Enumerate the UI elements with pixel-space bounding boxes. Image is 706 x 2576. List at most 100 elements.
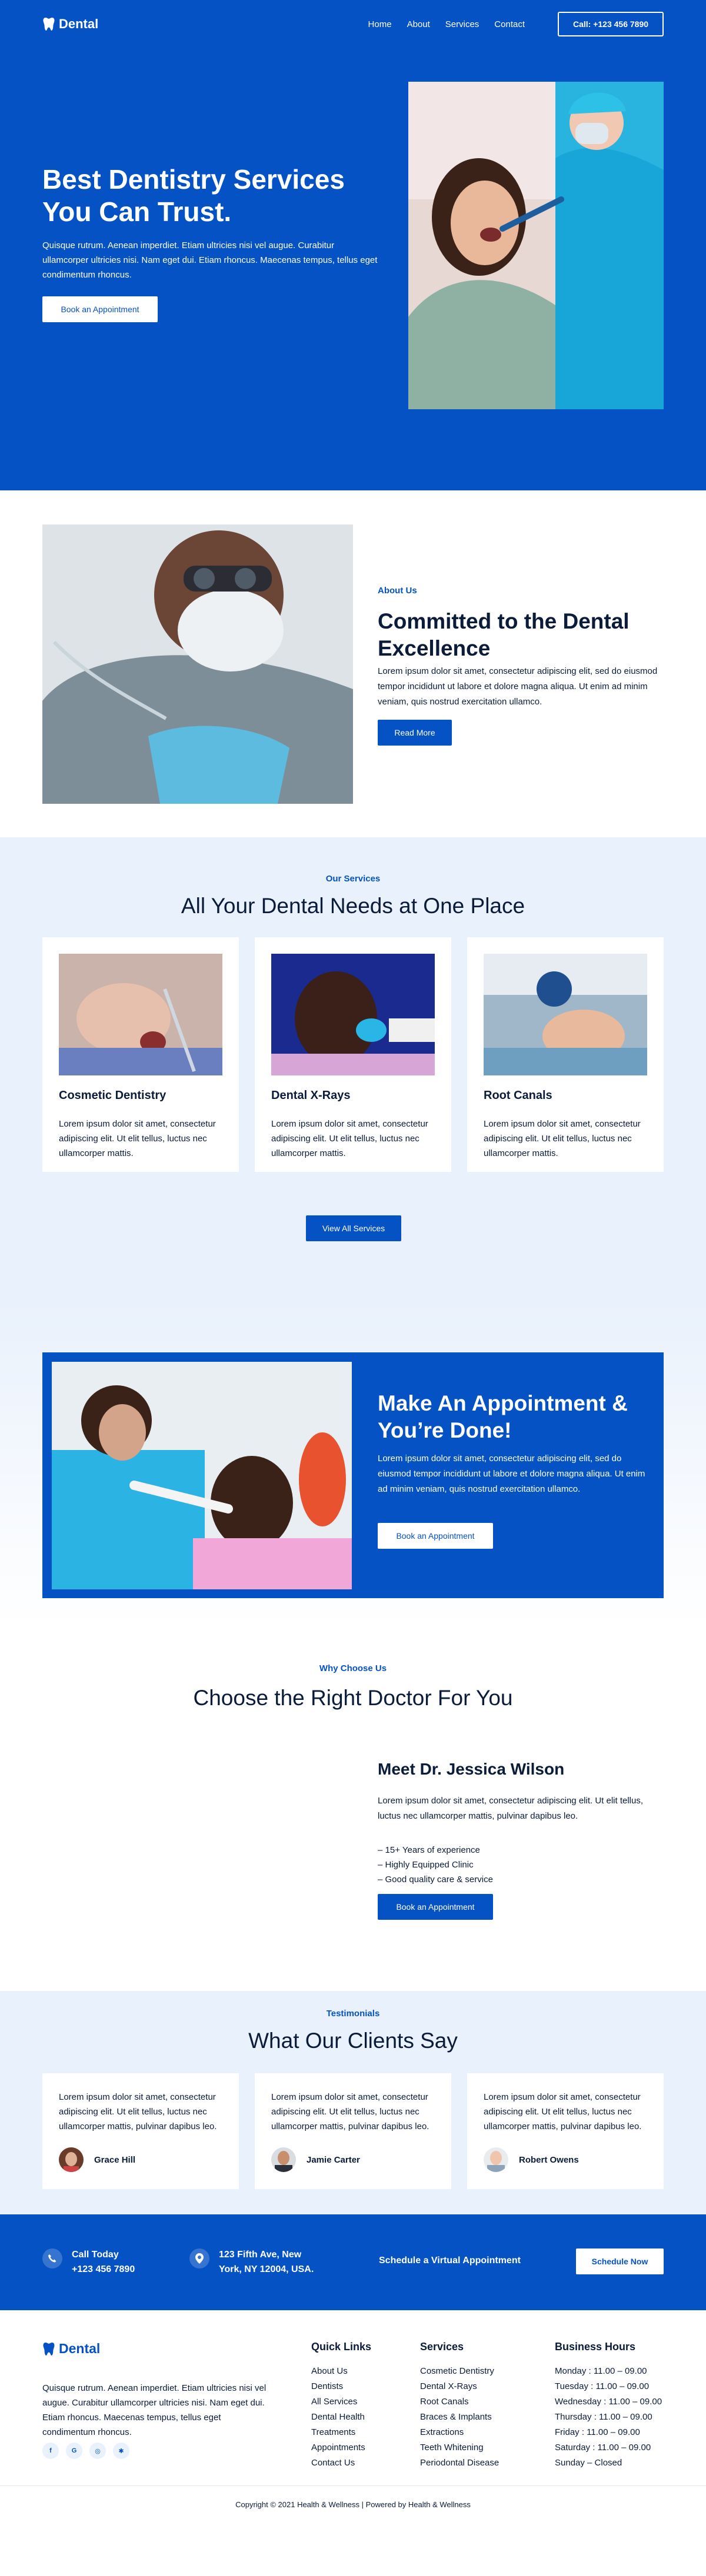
about-text: Lorem ipsum dolor sit amet, consectetur … xyxy=(378,666,658,707)
schedule-now-button[interactable]: Schedule Now xyxy=(576,2248,664,2274)
hero-book-button[interactable]: Book an Appointment xyxy=(42,296,158,322)
business-hours-title: Business Hours xyxy=(555,2341,636,2353)
services-column-title: Services xyxy=(420,2341,464,2353)
doctor-section-title: Choose the Right Doctor For You xyxy=(193,1686,513,1710)
call-today[interactable]: Call Today +123 456 7890 xyxy=(42,2247,135,2277)
call-button[interactable]: Call: +123 456 7890 xyxy=(558,12,664,36)
hero-image xyxy=(408,82,664,409)
service-card[interactable]: Root Canals Lorem ipsum dolor sit amet, … xyxy=(467,937,664,1172)
call-label: Call Today xyxy=(72,2250,119,2260)
testimonial-text: Lorem ipsum dolor sit amet, consectetur … xyxy=(484,2092,642,2131)
instagram-icon[interactable]: ◎ xyxy=(89,2443,106,2459)
contact-strip: Call Today +123 456 7890 123 Fifth Ave, … xyxy=(0,2214,706,2310)
service-title: Root Canals xyxy=(484,1089,552,1102)
footer: Dental Quisque rutrum. Aenean imperdiet.… xyxy=(0,2310,706,2515)
testimonials-section: Testimonials What Our Clients Say Lorem … xyxy=(0,1991,706,2214)
service-title: Dental X-Rays xyxy=(271,1089,351,1102)
footer-link[interactable]: Appointments xyxy=(311,2443,365,2453)
service-image xyxy=(271,954,435,1075)
service-card[interactable]: Dental X-Rays Lorem ipsum dolor sit amet… xyxy=(255,937,451,1172)
footer-service-link[interactable]: Teeth Whitening xyxy=(420,2443,484,2453)
navbar: Dental Home About Services Contact Call:… xyxy=(42,11,664,37)
testimonial-text: Lorem ipsum dolor sit amet, consectetur … xyxy=(59,2092,217,2131)
testimonial-card: Lorem ipsum dolor sit amet, consectetur … xyxy=(467,2073,664,2189)
tooth-icon xyxy=(43,18,55,31)
footer-service-link[interactable]: Extractions xyxy=(420,2427,464,2437)
hero-text: Quisque rutrum. Aenean imperdiet. Etiam … xyxy=(42,240,378,280)
service-text: Lorem ipsum dolor sit amet, consectetur … xyxy=(271,1119,428,1158)
footer-logo-text: Dental xyxy=(59,2341,101,2356)
about-section: About Us Committed to the Dental Excelle… xyxy=(0,490,706,837)
hours-row: Sunday – Closed xyxy=(555,2458,622,2468)
hero-section: Dental Home About Services Contact Call:… xyxy=(0,0,706,490)
quick-links-title: Quick Links xyxy=(311,2341,372,2353)
business-hours-column: Business Hours Monday : 11.00 – 09.00 Tu… xyxy=(555,2341,662,2471)
avatar xyxy=(484,2147,508,2172)
view-all-services-button[interactable]: View All Services xyxy=(306,1215,401,1241)
tooth-icon xyxy=(43,2342,55,2356)
service-title: Cosmetic Dentistry xyxy=(59,1089,166,1102)
services-title: All Your Dental Needs at One Place xyxy=(181,894,525,918)
footer-text: Quisque rutrum. Aenean imperdiet. Etiam … xyxy=(42,2383,267,2437)
doctor-point: – 15+ Years of experience xyxy=(378,1845,480,1855)
services-section: Our Services All Your Dental Needs at On… xyxy=(0,837,706,1302)
social-links: f G ◎ ✱ xyxy=(42,2443,129,2459)
appointment-title: Make An Appointment & You’re Done! xyxy=(378,1391,628,1442)
doctor-book-button[interactable]: Book an Appointment xyxy=(378,1894,493,1920)
nav-services[interactable]: Services xyxy=(445,19,479,29)
virtual-appointment-text: Schedule a Virtual Appointment xyxy=(379,2256,521,2266)
logo-text: Dental xyxy=(59,16,99,31)
doctor-name: Meet Dr. Jessica Wilson xyxy=(378,1760,565,1778)
footer-link[interactable]: All Services xyxy=(311,2397,357,2407)
hours-row: Monday : 11.00 – 09.00 xyxy=(555,2366,647,2376)
read-more-button[interactable]: Read More xyxy=(378,720,452,746)
footer-service-link[interactable]: Cosmetic Dentistry xyxy=(420,2366,494,2376)
location-icon xyxy=(189,2248,209,2268)
appointment-banner: Make An Appointment & You’re Done! Lorem… xyxy=(42,1352,664,1598)
logo[interactable]: Dental xyxy=(42,16,98,32)
facebook-icon[interactable]: f xyxy=(42,2443,59,2459)
nav-contact[interactable]: Contact xyxy=(494,19,525,29)
footer-link[interactable]: About Us xyxy=(311,2366,348,2376)
hours-row: Wednesday : 11.00 – 09.00 xyxy=(555,2397,662,2407)
address-line-1: 123 Fifth Ave, New xyxy=(219,2250,302,2260)
doctor-points: – 15+ Years of experience – Highly Equip… xyxy=(378,1843,493,1887)
service-text: Lorem ipsum dolor sit amet, consectetur … xyxy=(484,1119,641,1158)
nav-home[interactable]: Home xyxy=(368,19,392,29)
footer-service-link[interactable]: Root Canals xyxy=(420,2397,469,2407)
testimonial-name: Robert Owens xyxy=(519,2154,579,2165)
hours-row: Saturday : 11.00 – 09.00 xyxy=(555,2443,651,2453)
footer-service-link[interactable]: Dental X-Rays xyxy=(420,2381,477,2391)
about-eyebrow: About Us xyxy=(378,586,417,596)
avatar xyxy=(59,2147,84,2172)
google-icon[interactable]: G xyxy=(66,2443,82,2459)
services-eyebrow: Our Services xyxy=(325,874,381,884)
nav-about[interactable]: About xyxy=(407,19,430,29)
footer-link[interactable]: Dental Health xyxy=(311,2412,365,2422)
footer-link[interactable]: Treatments xyxy=(311,2427,355,2437)
doctor-point: – Good quality care & service xyxy=(378,1875,493,1885)
footer-link[interactable]: Contact Us xyxy=(311,2458,355,2468)
footer-service-link[interactable]: Braces & Implants xyxy=(420,2412,492,2422)
hero-title: Best Dentistry Services You Can Trust. xyxy=(42,164,345,227)
testimonial-card: Lorem ipsum dolor sit amet, consectetur … xyxy=(255,2073,451,2189)
footer-logo[interactable]: Dental xyxy=(42,2341,100,2357)
appointment-section: Make An Appointment & You’re Done! Lorem… xyxy=(0,1302,706,1628)
footer-service-link[interactable]: Periodontal Disease xyxy=(420,2458,499,2468)
hours-row: Thursday : 11.00 – 09.00 xyxy=(555,2412,652,2422)
about-title: Committed to the Dental Excellence xyxy=(378,609,630,660)
testimonials-title: What Our Clients Say xyxy=(248,2029,458,2053)
appointment-image xyxy=(52,1362,352,1589)
doctor-section: Why Choose Us Choose the Right Doctor Fo… xyxy=(0,1628,706,1991)
appointment-book-button[interactable]: Book an Appointment xyxy=(378,1523,493,1549)
phone-icon xyxy=(42,2248,62,2268)
doctor-point: – Highly Equipped Clinic xyxy=(378,1860,474,1870)
footer-link[interactable]: Dentists xyxy=(311,2381,343,2391)
service-card[interactable]: Cosmetic Dentistry Lorem ipsum dolor sit… xyxy=(42,937,239,1172)
quick-links-column: Quick Links About Us Dentists All Servic… xyxy=(311,2341,371,2471)
yelp-icon[interactable]: ✱ xyxy=(113,2443,129,2459)
testimonial-text: Lorem ipsum dolor sit amet, consectetur … xyxy=(271,2092,429,2131)
doctor-text: Lorem ipsum dolor sit amet, consectetur … xyxy=(378,1796,644,1821)
phone-number: +123 456 7890 xyxy=(72,2264,135,2274)
hours-row: Tuesday : 11.00 – 09.00 xyxy=(555,2381,650,2391)
